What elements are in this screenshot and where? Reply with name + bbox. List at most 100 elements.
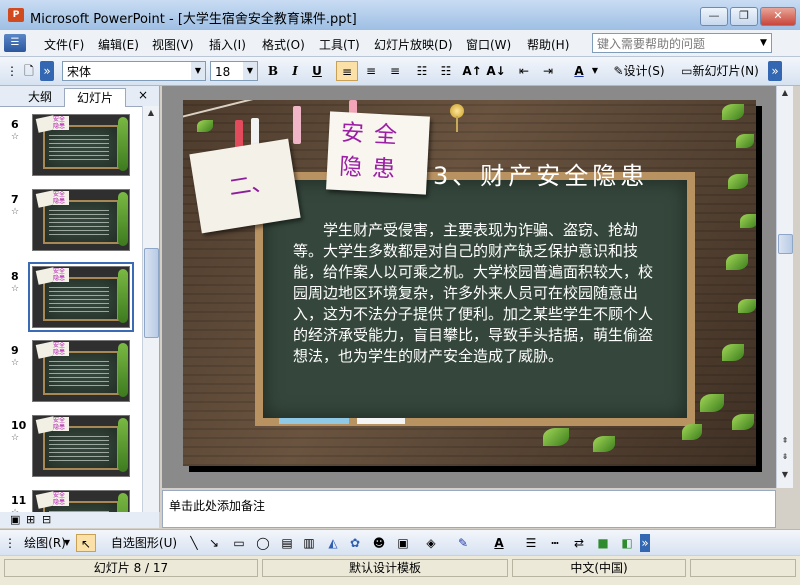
slide-thumbnail-7[interactable]: 7 ☆ 安全隐患 (0, 189, 142, 259)
decrease-font-icon[interactable]: A↓ (486, 61, 506, 81)
menu-view[interactable]: 视图(V) (152, 36, 194, 53)
numbered-list-icon[interactable]: ☷ (412, 61, 432, 81)
slide-thumbnail-8[interactable]: 8 ☆ 安全隐患 (0, 262, 142, 336)
maximize-button[interactable]: ❐ (730, 7, 758, 26)
toolbar-options-icon[interactable]: » (768, 61, 782, 81)
increase-font-icon[interactable]: A↑ (462, 61, 482, 81)
chevron-down-icon: ▼ (191, 62, 205, 80)
menu-grip-icon: ☰ (4, 34, 26, 52)
rectangle-icon[interactable]: ▭ (230, 534, 248, 552)
clipart-icon[interactable]: ☻ (370, 534, 388, 552)
prev-slide-icon[interactable]: ⇞ (778, 434, 792, 448)
tab-slides[interactable]: 幻灯片 (64, 88, 126, 107)
chevron-down-icon[interactable]: ▼ (590, 61, 600, 81)
menu-edit[interactable]: 编辑(E) (98, 36, 139, 53)
slide-thumbnail-10[interactable]: 10 ☆ 安全隐患 (0, 415, 142, 485)
autoshapes-button[interactable]: 自选图形(U) (104, 534, 184, 552)
vertical-textbox-icon[interactable]: ▥ (300, 534, 318, 552)
slide-thumbnail-6[interactable]: 6 ☆ 安全隐患 (0, 114, 142, 184)
new-document-icon[interactable]: 🗋 (20, 61, 38, 81)
slide-canvas[interactable]: 二、 安全隐患 3、财产安全隐患 学生财产受侵害，主要表现为诈骗、盗窃、抢劫等。… (183, 100, 756, 466)
design-button[interactable]: ✎设计(S) (608, 61, 670, 81)
textbox-icon[interactable]: ▤ (278, 534, 296, 552)
menu-slideshow[interactable]: 幻灯片放映(D) (374, 36, 453, 53)
align-left-icon[interactable]: ≡ (336, 61, 358, 81)
thumb-note: 安全隐患 (53, 342, 69, 356)
close-icon[interactable]: × (138, 88, 148, 102)
increase-indent-icon[interactable]: ⇥ (538, 61, 558, 81)
scrollbar-thumb[interactable] (778, 234, 793, 254)
slide-scrollbar[interactable]: ▲ ⇞ ⇟ ▼ (776, 86, 793, 488)
drawing-toolbar: ⋮ 绘图(R) ▼ ↖ 自选图形(U) ╲ ↘ ▭ ◯ ▤ ▥ ◭ ✿ ☻ ▣ … (0, 529, 800, 555)
new-slide-button[interactable]: ▭新幻灯片(N) (674, 61, 766, 81)
slide-body-text[interactable]: 学生财产受侵害，主要表现为诈骗、盗窃、抢劫等。大学生多数都是对自己的财产缺乏保护… (293, 220, 658, 367)
line-style-icon[interactable]: ☰ (522, 534, 540, 552)
menu-format[interactable]: 格式(O) (262, 36, 305, 53)
slide-number: 8 (11, 270, 19, 283)
line-icon[interactable]: ╲ (186, 534, 202, 552)
leaf-decoration (593, 436, 615, 452)
font-color-button[interactable]: A (568, 61, 590, 81)
decrease-indent-icon[interactable]: ⇤ (514, 61, 534, 81)
menu-help[interactable]: 帮助(H) (527, 36, 569, 53)
status-bar: 幻灯片 8 / 17 默认设计模板 中文(中国) (0, 556, 800, 585)
3d-style-icon[interactable]: ◧ (618, 534, 636, 552)
transition-icon: ☆ (11, 207, 20, 217)
menu-insert[interactable]: 插入(I) (209, 36, 246, 53)
scroll-down-icon[interactable]: ▼ (778, 468, 792, 482)
underline-button[interactable]: U (308, 61, 326, 81)
toolbar-options-icon[interactable]: » (40, 61, 54, 81)
bullet-list-icon[interactable]: ☷ (436, 61, 456, 81)
toolbar-options-icon[interactable]: » (640, 534, 650, 552)
slide-preview: 安全隐患 (32, 114, 130, 176)
diagram-icon[interactable]: ✿ (346, 534, 364, 552)
slide-sorter-icon[interactable]: ⊞ (26, 513, 35, 526)
notes-pane[interactable]: 单击此处添加备注 (162, 490, 776, 528)
help-search-input[interactable]: 键入需要帮助的问题 (592, 33, 772, 53)
slide-thumbnail-11[interactable]: 11 ☆ 安全隐患 (0, 490, 142, 512)
notes-placeholder: 单击此处添加备注 (169, 499, 266, 513)
select-pointer-icon[interactable]: ↖ (76, 534, 96, 552)
fill-color-icon[interactable]: ◈ (422, 534, 440, 552)
topic-card: 安全隐患 (326, 111, 430, 195)
arrow-icon[interactable]: ↘ (206, 534, 222, 552)
tab-outline[interactable]: 大纲 (20, 88, 60, 106)
shadow-icon[interactable]: ■ (594, 534, 612, 552)
oval-icon[interactable]: ◯ (254, 534, 272, 552)
menu-tools[interactable]: 工具(T) (319, 36, 360, 53)
wordart-icon[interactable]: ◭ (324, 534, 342, 552)
dash-style-icon[interactable]: ┅ (546, 534, 564, 552)
scroll-up-icon[interactable]: ▲ (144, 106, 158, 120)
italic-button[interactable]: I (286, 61, 304, 81)
font-color-icon[interactable]: A (490, 534, 508, 552)
align-center-icon[interactable]: ≡ (360, 61, 382, 81)
picture-icon[interactable]: ▣ (394, 534, 412, 552)
topic-title: 安全隐患 (338, 120, 408, 184)
thumbnail-scrollbar[interactable]: ▲ (142, 106, 159, 512)
slideshow-icon[interactable]: ⊟ (42, 513, 51, 526)
slide-thumbnail-9[interactable]: 9 ☆ 安全隐患 (0, 340, 142, 410)
arrow-style-icon[interactable]: ⇄ (570, 534, 588, 552)
scroll-up-icon[interactable]: ▲ (778, 86, 792, 100)
normal-view-icon[interactable]: ▣ (10, 513, 20, 526)
thumb-note: 安全隐患 (53, 116, 69, 130)
scrollbar-thumb[interactable] (144, 248, 159, 338)
chalk-blue (279, 418, 349, 424)
leaf-decoration (543, 428, 569, 446)
bold-button[interactable]: B (264, 61, 282, 81)
slide-heading[interactable]: 3、财产安全隐患 (433, 156, 648, 191)
font-size-select[interactable]: 18 ▼ (210, 61, 258, 81)
font-name-value: 宋体 (67, 65, 92, 79)
leaf-decoration (197, 120, 213, 132)
font-name-select[interactable]: 宋体 ▼ (62, 61, 206, 81)
section-card: 二、 (189, 138, 301, 234)
chevron-down-icon[interactable]: ▼ (760, 38, 767, 48)
next-slide-icon[interactable]: ⇟ (778, 450, 792, 464)
align-right-icon[interactable]: ≡ (384, 61, 406, 81)
line-color-icon[interactable]: ✎ (454, 534, 472, 552)
close-button[interactable]: ✕ (760, 7, 796, 26)
language-indicator: 中文(中国) (512, 559, 686, 577)
menu-window[interactable]: 窗口(W) (466, 36, 511, 53)
minimize-button[interactable]: — (700, 7, 728, 26)
menu-file[interactable]: 文件(F) (44, 36, 84, 53)
